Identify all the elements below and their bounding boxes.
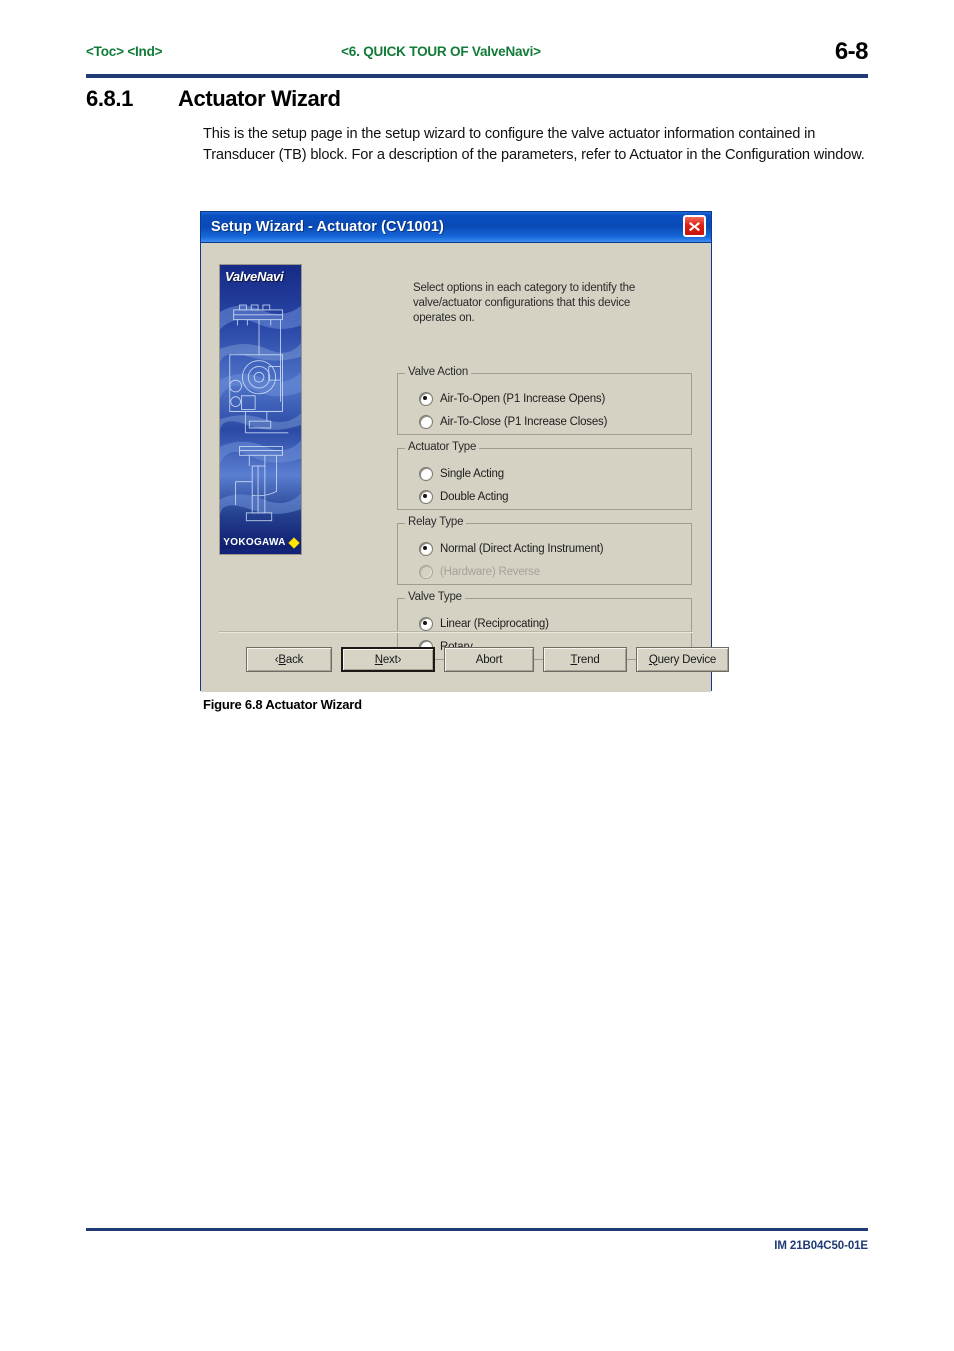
trend-button[interactable]: Trend — [543, 647, 627, 672]
diamond-icon — [288, 536, 300, 549]
page-number: 6-8 — [834, 38, 869, 65]
radio-label: Double Acting — [440, 490, 509, 503]
query-device-button[interactable]: Query Device — [636, 647, 729, 672]
next-button-suffix: › — [397, 653, 402, 666]
group-valve-action-legend: Valve Action — [405, 366, 472, 378]
radio-option-air-to-close[interactable]: Air-To-Close (P1 Increase Closes) — [419, 410, 691, 433]
figure-caption: Figure 6.8 Actuator Wizard — [203, 697, 362, 712]
footer-rule — [86, 1228, 868, 1231]
radio-label: Linear (Reciprocating) — [440, 617, 549, 630]
banner-brand-name: YOKOGAWA — [223, 537, 286, 548]
radio-label: Air-To-Close (P1 Increase Closes) — [440, 415, 608, 428]
radio-label: Single Acting — [440, 467, 504, 480]
dialog-titlebar: Setup Wizard - Actuator (CV1001) — [201, 212, 711, 243]
radio-label: Air-To-Open (P1 Increase Opens) — [440, 392, 606, 405]
radio-option-hardware-reverse: (Hardware) Reverse — [419, 560, 691, 583]
group-actuator-type: Actuator Type Single Acting Double Actin… — [397, 441, 692, 510]
group-valve-type-legend: Valve Type — [405, 591, 465, 603]
radio-label: (Hardware) Reverse — [440, 565, 540, 578]
query-device-button-label: uery Device — [657, 653, 717, 666]
group-relay-type-legend: Relay Type — [405, 516, 467, 528]
chapter-title: <6. QUICK TOUR OF ValveNavi> — [341, 44, 541, 59]
radio-icon[interactable] — [419, 414, 433, 429]
radio-option-normal-direct-acting[interactable]: Normal (Direct Acting Instrument) — [419, 537, 691, 560]
group-actuator-type-legend: Actuator Type — [405, 441, 480, 453]
page-title: 6.8.1 Actuator Wizard — [86, 86, 341, 112]
back-button[interactable]: ‹ Back — [246, 647, 332, 672]
document-code: IM 21B04C50-01E — [774, 1240, 868, 1252]
next-button-accel: N — [374, 653, 383, 666]
page-header: <Toc> <Ind> <6. QUICK TOUR OF ValveNavi>… — [86, 38, 869, 70]
query-device-button-accel: Q — [648, 653, 658, 666]
dialog-title: Setup Wizard - Actuator (CV1001) — [211, 219, 444, 235]
group-valve-action: Valve Action Air-To-Open (P1 Increase Op… — [397, 366, 692, 435]
abort-button[interactable]: Abort — [444, 647, 534, 672]
instruction-text: Select options in each category to ident… — [413, 282, 636, 324]
header-rule — [86, 74, 868, 78]
next-button[interactable]: Next › — [341, 647, 435, 672]
back-button-accel: B — [278, 653, 286, 666]
radio-option-double-acting[interactable]: Double Acting — [419, 485, 691, 508]
next-button-label: ext — [382, 653, 398, 666]
close-icon[interactable] — [683, 215, 706, 237]
section-number: 6.8.1 — [86, 86, 133, 111]
setup-wizard-dialog: Setup Wizard - Actuator (CV1001) ValveNa… — [200, 211, 729, 692]
banner-brand-row: YOKOGAWA — [220, 536, 301, 549]
radio-label: Normal (Direct Acting Instrument) — [440, 542, 604, 555]
radio-option-single-acting[interactable]: Single Acting — [419, 462, 691, 485]
radio-icon[interactable] — [419, 541, 433, 556]
dialog-body: ValveNavi YOKOGAWA Select options in eac… — [201, 243, 729, 692]
trend-button-label: rend — [577, 653, 600, 666]
back-button-label: ack — [285, 653, 304, 666]
banner-product-name: ValveNavi — [225, 269, 284, 284]
radio-icon[interactable] — [419, 616, 433, 631]
button-separator — [219, 631, 693, 633]
radio-icon — [419, 564, 433, 579]
valvenavi-banner: ValveNavi YOKOGAWA — [219, 264, 302, 555]
dialog-button-row: ‹ Back Next › Abort Trend Query Device — [246, 647, 729, 672]
section-paragraph: This is the setup page in the setup wiza… — [203, 126, 865, 163]
radio-icon[interactable] — [419, 489, 433, 504]
radio-icon[interactable] — [419, 466, 433, 481]
section-title: Actuator Wizard — [178, 86, 341, 111]
group-relay-type: Relay Type Normal (Direct Acting Instrum… — [397, 516, 692, 585]
radio-option-air-to-open[interactable]: Air-To-Open (P1 Increase Opens) — [419, 387, 691, 410]
abort-button-label: Abort — [475, 653, 503, 666]
radio-icon[interactable] — [419, 391, 433, 406]
trend-button-accel: T — [570, 653, 578, 666]
